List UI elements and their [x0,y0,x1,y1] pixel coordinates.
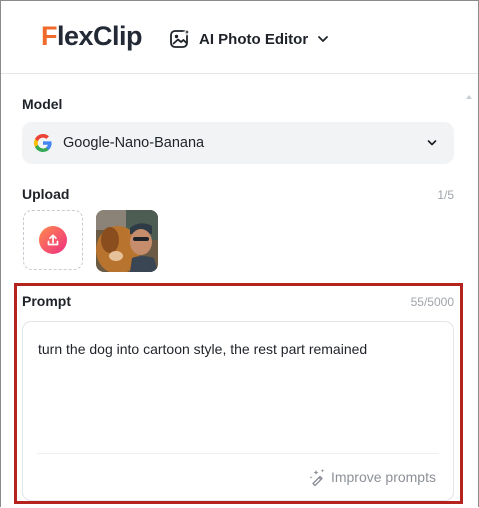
prompt-input-box[interactable]: turn the dog into cartoon style, the res… [22,321,454,501]
editor-label: AI Photo Editor [199,30,309,48]
model-select[interactable]: Google-Nano-Banana [22,122,454,164]
upload-icon [39,226,67,254]
google-g-icon [34,134,52,152]
chevron-down-icon [318,36,329,42]
improve-prompts-button[interactable]: Improve prompts [307,467,436,487]
prompt-char-count: 55/5000 [410,295,454,309]
chevron-down-icon [427,140,437,146]
ai-image-icon [170,28,191,48]
thumbnail-image [96,210,158,272]
uploaded-image-thumbnail[interactable] [96,210,158,272]
prompt-title: Prompt [22,293,71,309]
prompt-divider [37,453,439,454]
magic-wand-icon [309,469,325,487]
scroll-up-arrow[interactable] [466,95,472,99]
upload-button[interactable] [23,210,83,270]
editor-switcher[interactable]: AI Photo Editor [169,27,330,51]
flexclip-logo[interactable]: FlexClip [41,19,143,53]
improve-prompts-label: Improve prompts [330,469,436,485]
upload-title: Upload [22,186,70,202]
logo-text-f: F [41,20,58,51]
model-selected-value: Google-Nano-Banana [63,135,205,151]
app-header: FlexClip AI Photo Editor [1,1,478,74]
model-title: Model [22,96,63,112]
prompt-textarea[interactable]: turn the dog into cartoon style, the res… [38,340,438,358]
logo-text-rest: lexClip [57,20,143,51]
logo-text: FlexClip [41,20,143,52]
upload-count: 1/5 [437,188,454,202]
